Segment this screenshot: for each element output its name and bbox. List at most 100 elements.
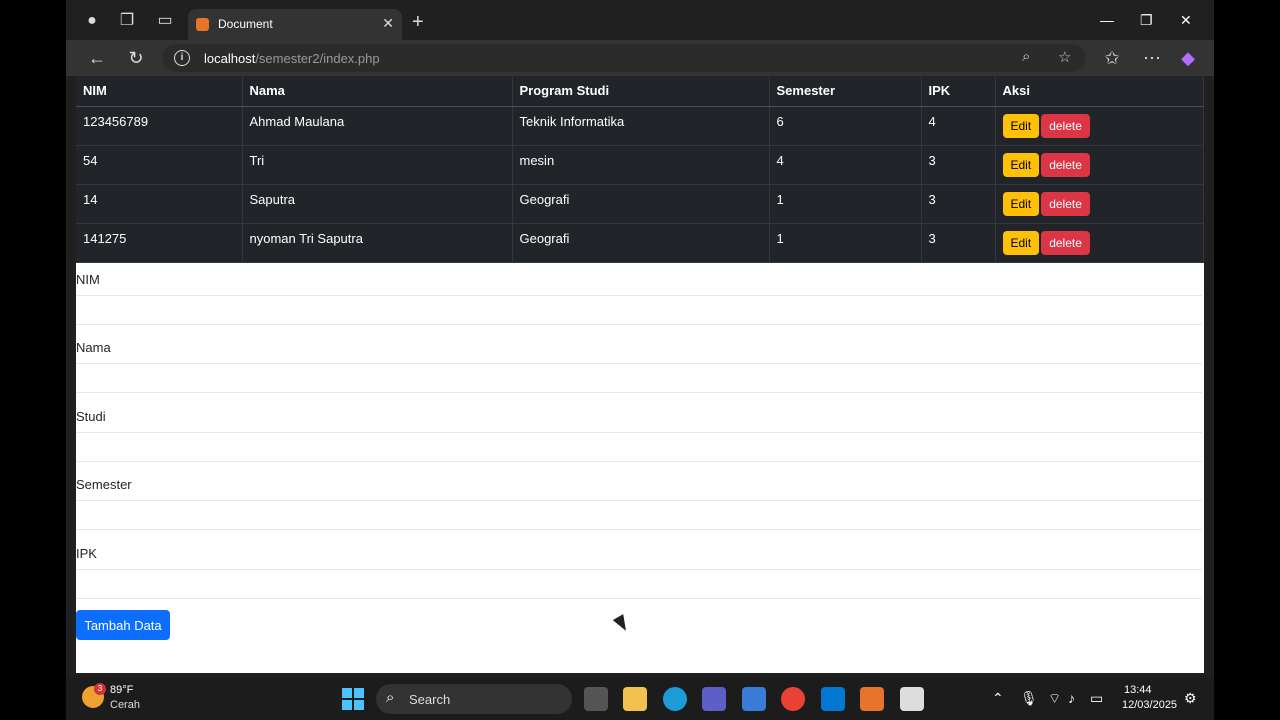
edit-button[interactable]: Edit: [1002, 191, 1040, 216]
cell-aksi: Edit delete: [995, 106, 1204, 146]
address-bar[interactable]: i localhost/semester2/index.php ⌕ ☆: [162, 44, 1086, 72]
mouse-cursor-icon: [612, 614, 632, 634]
nim-label: NIM: [76, 272, 100, 287]
cell-ipk: 3: [921, 145, 996, 185]
show-hidden-icons-icon[interactable]: ⌃: [992, 690, 1004, 707]
header-nim: NIM: [76, 76, 243, 107]
tambah-data-button[interactable]: Tambah Data: [76, 610, 170, 640]
studi-label: Studi: [76, 408, 106, 424]
field-studi: Studi: [76, 394, 1204, 462]
url-host: localhost: [204, 51, 256, 66]
workspaces-icon[interactable]: ❐: [116, 10, 138, 32]
microphone-icon[interactable]: 🎙: [1020, 690, 1038, 707]
page-content: NIM Nama Program Studi Semester IPK Aksi…: [76, 76, 1204, 673]
clock-date[interactable]: 12/03/2025: [1122, 699, 1177, 711]
microsoft-store-icon[interactable]: [742, 687, 766, 711]
header-ipk: IPK: [921, 76, 996, 107]
url-text: localhost/semester2/index.php: [204, 51, 380, 66]
copilot-icon[interactable]: ◆: [1176, 46, 1200, 70]
navigation-bar: ← ↻ i localhost/semester2/index.php ⌕ ☆ …: [66, 40, 1214, 76]
semester-input[interactable]: [76, 500, 1202, 531]
more-menu-icon[interactable]: ⋯: [1140, 46, 1164, 70]
field-nim: NIM: [76, 257, 1204, 325]
cell-semester: 6: [769, 106, 922, 146]
edit-button[interactable]: Edit: [1002, 152, 1040, 177]
close-tab-icon[interactable]: ✕: [382, 15, 394, 32]
header-semester: Semester: [769, 76, 922, 107]
xampp-favicon-icon: [196, 18, 209, 31]
edit-button[interactable]: Edit: [1002, 113, 1040, 138]
desktop-background-left: [0, 0, 66, 720]
battery-icon[interactable]: ▭: [1090, 690, 1103, 707]
search-icon: ⌕: [386, 689, 395, 706]
xampp-icon[interactable]: [860, 687, 884, 711]
cell-nama: Tri: [242, 145, 513, 185]
nama-input[interactable]: [76, 363, 1202, 394]
cell-semester: 4: [769, 145, 922, 185]
cell-aksi: Edit delete: [995, 145, 1204, 185]
minimize-icon[interactable]: —: [1100, 12, 1114, 28]
weather-temperature[interactable]: 89°F: [110, 684, 133, 696]
clock-time[interactable]: 13:44: [1124, 684, 1152, 696]
vscode-icon[interactable]: [821, 687, 845, 711]
snipping-tool-icon[interactable]: [900, 687, 924, 711]
search-label: Search: [409, 692, 451, 707]
cell-semester: 1: [769, 184, 922, 224]
weather-description[interactable]: Cerah: [110, 699, 140, 711]
cell-studi: mesin: [512, 145, 770, 185]
cell-nim: 123456789: [76, 106, 243, 146]
zoom-icon[interactable]: ⌕: [1022, 48, 1030, 65]
delete-button[interactable]: delete: [1041, 152, 1090, 177]
delete-button[interactable]: delete: [1041, 230, 1090, 255]
delete-button[interactable]: delete: [1041, 191, 1090, 216]
data-table: NIM Nama Program Studi Semester IPK Aksi…: [76, 76, 1204, 263]
taskbar-search[interactable]: ⌕ Search: [376, 684, 572, 714]
task-view-icon[interactable]: [584, 687, 608, 711]
close-window-icon[interactable]: ✕: [1180, 12, 1192, 29]
profile-icon[interactable]: ●: [81, 10, 103, 32]
favorite-star-icon[interactable]: ☆: [1058, 48, 1071, 66]
active-tab[interactable]: Document ✕: [188, 9, 402, 40]
table-row: 123456789 Ahmad Maulana Teknik Informati…: [76, 106, 1204, 146]
table-row: 14 Saputra Geografi 1 3 Edit delete: [76, 184, 1204, 224]
file-explorer-icon[interactable]: [623, 687, 647, 711]
windows-start-icon[interactable]: [342, 688, 364, 710]
notification-icon[interactable]: ⚙: [1184, 690, 1197, 707]
cell-studi: Geografi: [512, 184, 770, 224]
header-program-studi: Program Studi: [512, 76, 770, 107]
screen: ● ❐ ▭ Document ✕ + — ❐ ✕ ← ↻ i localhost…: [0, 0, 1280, 720]
url-path: /semester2/index.php: [255, 51, 380, 66]
nama-label: Nama: [76, 340, 111, 356]
cell-aksi: Edit delete: [995, 184, 1204, 224]
cell-nama: Ahmad Maulana: [242, 106, 513, 146]
studi-input[interactable]: [76, 431, 1202, 462]
nim-input[interactable]: [76, 295, 1202, 325]
header-aksi: Aksi: [995, 76, 1204, 107]
favorites-icon[interactable]: ✩: [1100, 46, 1124, 70]
cell-ipk: 4: [921, 106, 996, 146]
edge-browser-icon[interactable]: [663, 687, 687, 711]
volume-icon[interactable]: ♪: [1068, 690, 1075, 706]
new-tab-icon[interactable]: +: [412, 12, 424, 32]
field-ipk: IPK: [76, 531, 1204, 599]
cell-ipk: 3: [921, 184, 996, 224]
weather-badge: 3: [94, 683, 106, 695]
ipk-input[interactable]: [76, 568, 1202, 599]
cell-nim: 54: [76, 145, 243, 185]
refresh-icon[interactable]: ↻: [124, 46, 148, 70]
desktop-background-right: [1214, 0, 1280, 720]
teams-icon[interactable]: [702, 687, 726, 711]
tab-actions-icon[interactable]: ▭: [154, 10, 176, 32]
ipk-label: IPK: [76, 545, 97, 561]
browser-window: ● ❐ ▭ Document ✕ + — ❐ ✕ ← ↻ i localhost…: [66, 0, 1214, 678]
wifi-icon[interactable]: ⌔: [1048, 690, 1061, 708]
edit-button[interactable]: Edit: [1002, 230, 1040, 255]
back-icon[interactable]: ←: [85, 46, 109, 70]
chrome-icon[interactable]: [781, 687, 805, 711]
site-info-icon[interactable]: i: [174, 50, 190, 66]
table-header-row: NIM Nama Program Studi Semester IPK Aksi: [76, 76, 1204, 107]
field-semester: Semester: [76, 462, 1204, 531]
field-nama: Nama: [76, 325, 1204, 394]
restore-icon[interactable]: ❐: [1140, 12, 1153, 29]
delete-button[interactable]: delete: [1041, 113, 1090, 138]
